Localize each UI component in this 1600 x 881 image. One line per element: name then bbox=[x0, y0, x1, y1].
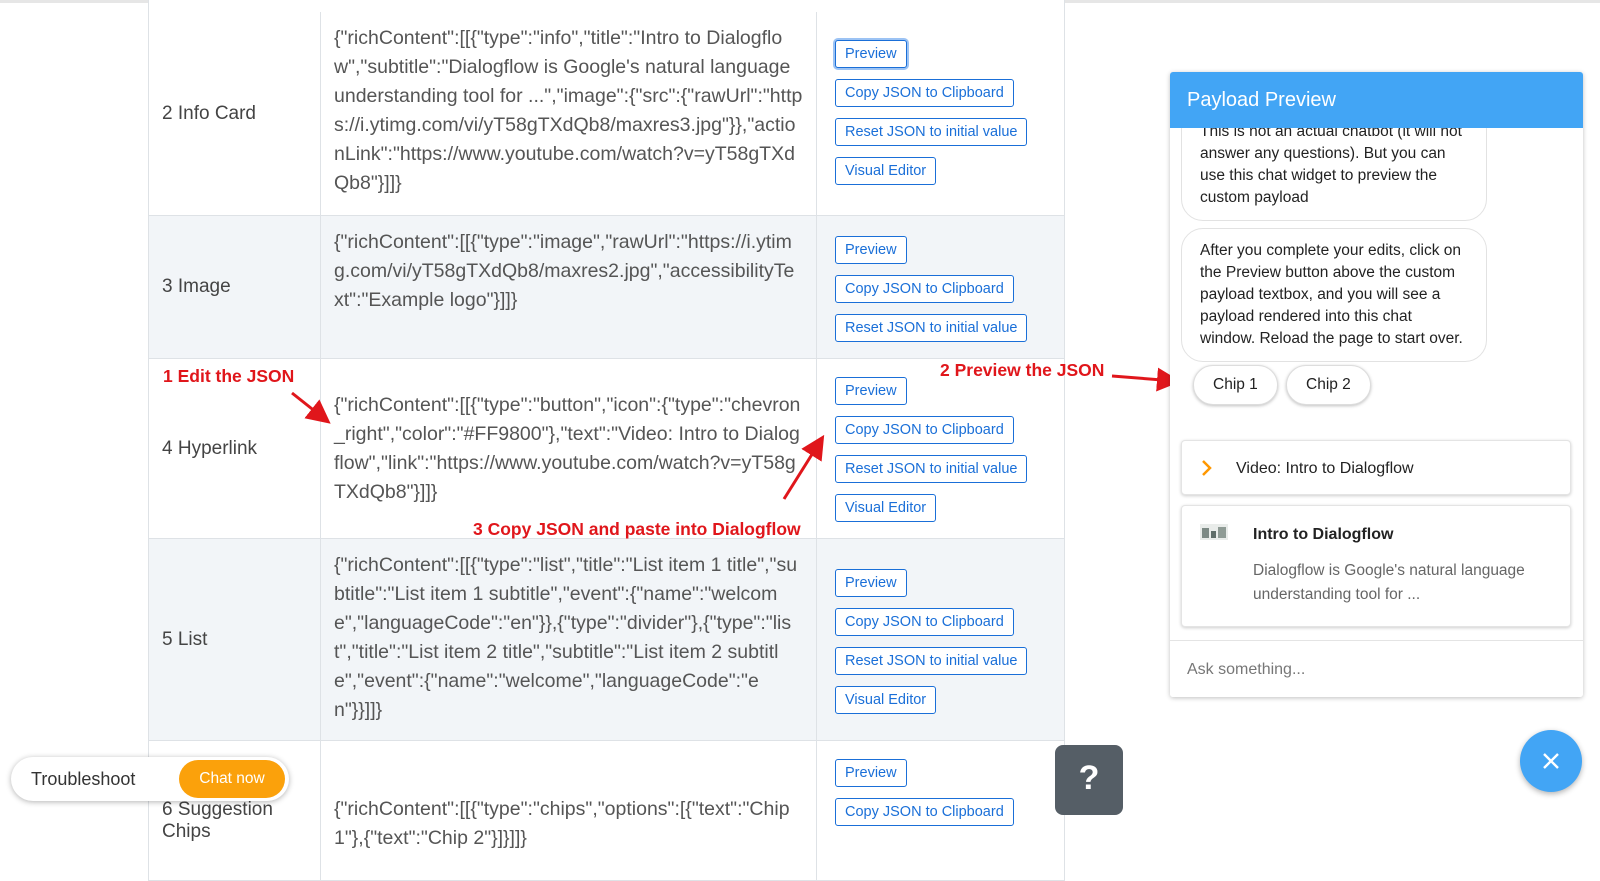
visual-editor-button[interactable]: Visual Editor bbox=[835, 157, 937, 185]
payload-table: 2 Info Card {"richContent":[[{"type":"in… bbox=[148, 0, 1065, 881]
row-name: 2 Info Card bbox=[149, 12, 321, 215]
close-icon bbox=[1542, 752, 1560, 775]
visual-editor-button[interactable]: Visual Editor bbox=[835, 494, 937, 522]
reset-json-button[interactable]: Reset JSON to initial value bbox=[835, 455, 1028, 483]
annotation-preview-json: 2 Preview the JSON bbox=[940, 360, 1105, 380]
preview-button[interactable]: Preview bbox=[835, 236, 907, 264]
row-name: 5 List bbox=[149, 539, 321, 740]
copy-json-button[interactable]: Copy JSON to Clipboard bbox=[835, 798, 1014, 826]
annotation-copy-json: 3 Copy JSON and paste into Dialogflow bbox=[473, 519, 801, 539]
hyperlink-text: Video: Intro to Dialogflow bbox=[1236, 460, 1414, 477]
json-textbox[interactable]: {"richContent":[[{"type":"button","icon"… bbox=[321, 359, 817, 538]
preview-button[interactable]: Preview bbox=[835, 569, 907, 597]
suggestion-chip[interactable]: Chip 1 bbox=[1193, 365, 1278, 405]
table-row: 2 Info Card {"richContent":[[{"type":"in… bbox=[149, 0, 1064, 216]
table-row: 3 Image {"richContent":[[{"type":"image"… bbox=[149, 216, 1064, 359]
chevron-right-icon bbox=[1200, 458, 1214, 483]
table-row: 6 Suggestion Chips {"richContent":[[{"ty… bbox=[149, 741, 1064, 881]
reset-json-button[interactable]: Reset JSON to initial value bbox=[835, 118, 1028, 146]
chat-widget: Payload Preview This is not an actual ch… bbox=[1170, 72, 1583, 697]
info-card-subtitle: Dialogflow is Google's natural language … bbox=[1253, 562, 1525, 603]
chat-now-button[interactable]: Chat now bbox=[179, 760, 285, 798]
copy-json-button[interactable]: Copy JSON to Clipboard bbox=[835, 608, 1014, 636]
row-actions: Preview Copy JSON to Clipboard Reset JSO… bbox=[817, 539, 1064, 740]
json-textbox[interactable]: {"richContent":[[{"type":"list","title":… bbox=[321, 539, 817, 740]
reset-json-button[interactable]: Reset JSON to initial value bbox=[835, 647, 1028, 675]
visual-editor-button[interactable]: Visual Editor bbox=[835, 686, 937, 714]
row-actions: Preview Copy JSON to Clipboard Reset JSO… bbox=[817, 12, 1064, 215]
arrow-to-chat bbox=[1111, 367, 1181, 392]
table-row: 5 List {"richContent":[[{"type":"list","… bbox=[149, 539, 1064, 741]
help-button[interactable]: ? bbox=[1055, 745, 1123, 815]
copy-json-button[interactable]: Copy JSON to Clipboard bbox=[835, 416, 1014, 444]
json-textbox[interactable]: {"richContent":[[{"type":"image","rawUrl… bbox=[321, 216, 817, 358]
copy-json-button[interactable]: Copy JSON to Clipboard bbox=[835, 275, 1014, 303]
json-textbox[interactable]: {"richContent":[[{"type":"chips","option… bbox=[321, 741, 817, 880]
preview-button[interactable]: Preview bbox=[835, 40, 907, 68]
help-icon: ? bbox=[1078, 759, 1100, 797]
row-actions: Preview Copy JSON to Clipboard bbox=[817, 741, 1064, 880]
preview-button[interactable]: Preview bbox=[835, 377, 907, 405]
suggestion-chip[interactable]: Chip 2 bbox=[1286, 365, 1371, 405]
thumbnail-image-icon bbox=[1200, 524, 1228, 545]
copy-json-button[interactable]: Copy JSON to Clipboard bbox=[835, 79, 1014, 107]
preview-button[interactable]: Preview bbox=[835, 759, 907, 787]
info-card-title: Intro to Dialogflow bbox=[1253, 526, 1394, 543]
close-chat-button[interactable] bbox=[1520, 730, 1582, 792]
chat-input[interactable]: Ask something... bbox=[1170, 640, 1583, 697]
reset-json-button[interactable]: Reset JSON to initial value bbox=[835, 314, 1028, 342]
json-textbox[interactable]: {"richContent":[[{"type":"info","title":… bbox=[321, 12, 817, 215]
row-actions: Preview Copy JSON to Clipboard Reset JSO… bbox=[817, 359, 1064, 538]
troubleshoot-widget: Troubleshoot Chat now bbox=[11, 757, 289, 801]
annotation-edit-json: 1 Edit the JSON bbox=[163, 366, 295, 386]
row-actions: Preview Copy JSON to Clipboard Reset JSO… bbox=[817, 216, 1064, 358]
chat-header-title: Payload Preview bbox=[1170, 72, 1583, 128]
row-name: 3 Image bbox=[149, 216, 321, 358]
chat-message: After you complete your edits, click on … bbox=[1181, 228, 1487, 362]
hyperlink-card[interactable]: Video: Intro to Dialogflow bbox=[1181, 440, 1571, 495]
troubleshoot-label: Troubleshoot bbox=[31, 769, 136, 789]
info-card[interactable]: Intro to Dialogflow Dialogflow is Google… bbox=[1181, 505, 1571, 627]
